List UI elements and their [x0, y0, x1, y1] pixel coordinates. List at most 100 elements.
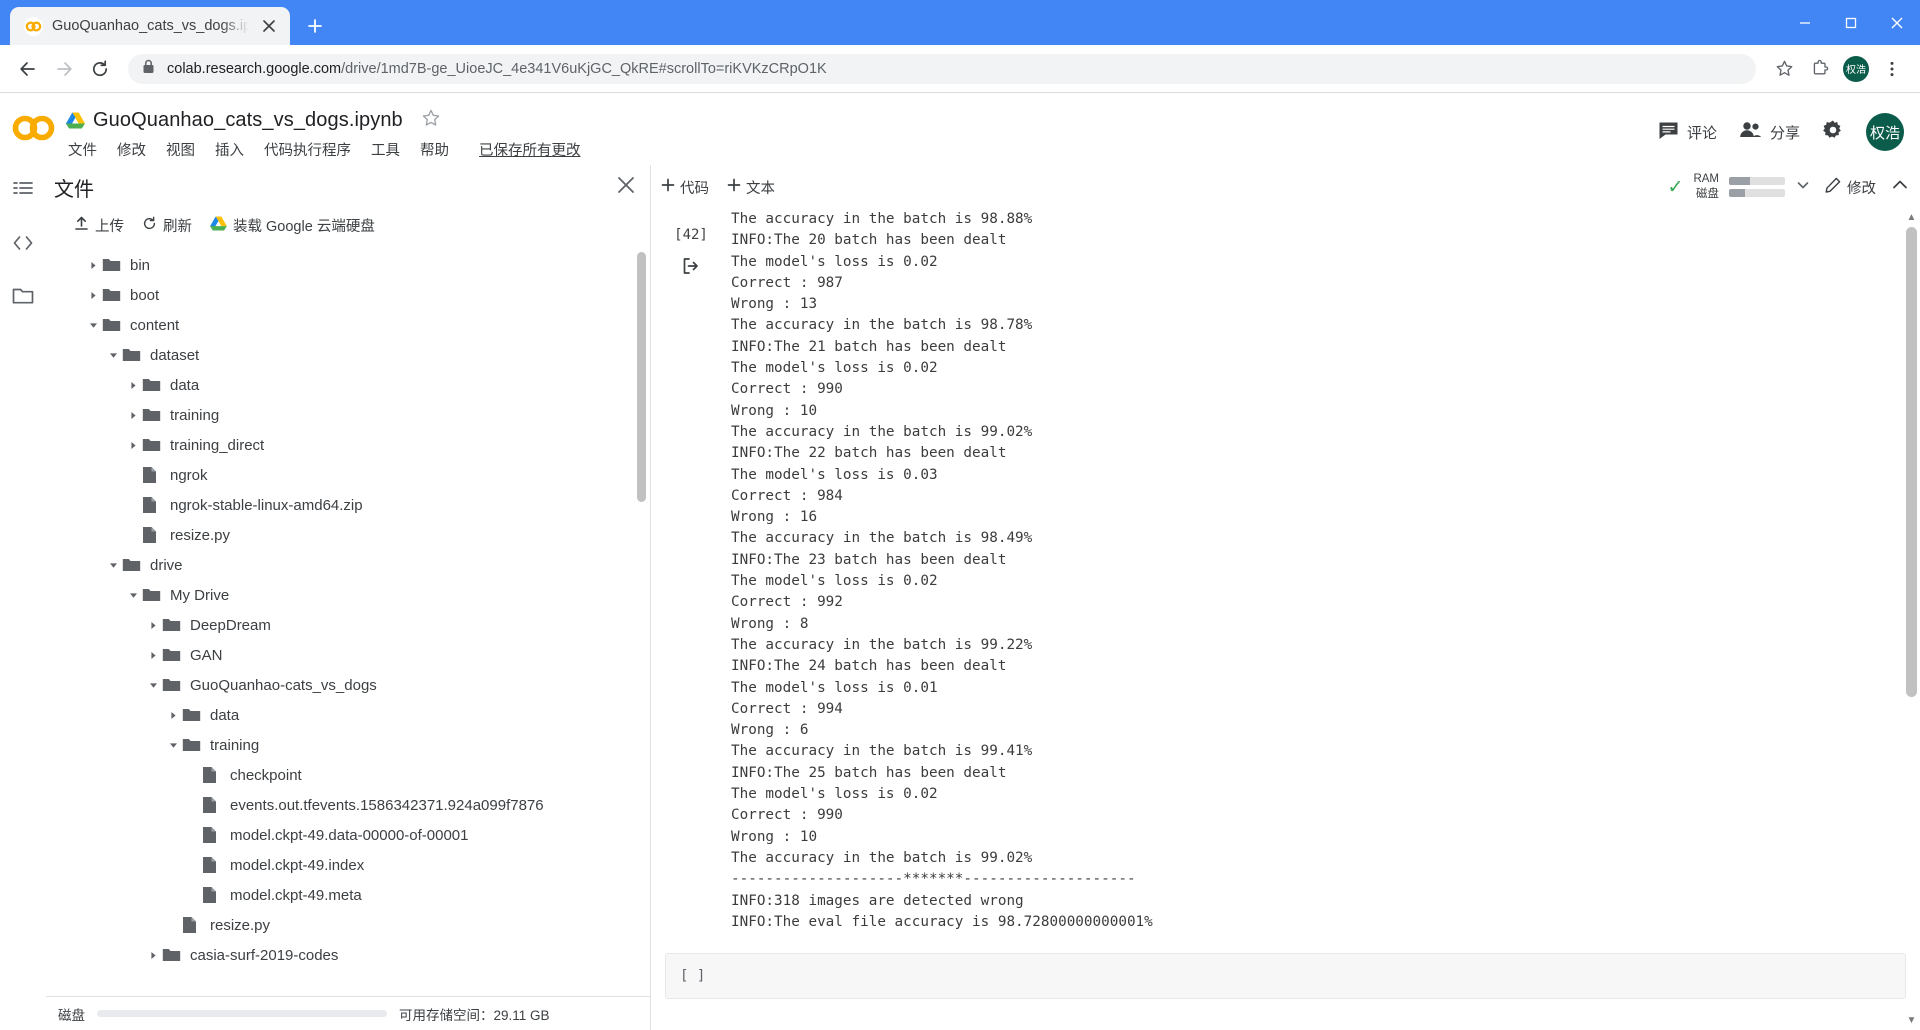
menu-item-runtime[interactable]: 代码执行程序 [264, 139, 351, 160]
file-tree[interactable]: bin boot content dataset data training trainin… [46, 246, 650, 996]
code-snippets-icon[interactable] [12, 232, 34, 259]
notebook-scroll-thumb[interactable] [1906, 227, 1917, 697]
comment-button[interactable]: 评论 [1658, 120, 1717, 145]
caret-right-icon[interactable] [124, 441, 142, 450]
extensions-icon[interactable] [1804, 53, 1836, 85]
menu-item-tools[interactable]: 工具 [371, 139, 400, 160]
menu-item-file[interactable]: 文件 [68, 139, 97, 160]
settings-button[interactable] [1822, 119, 1844, 145]
file-tree-folder-row[interactable]: casia-surf-2019-codes [46, 940, 650, 970]
share-button[interactable]: 分享 [1739, 121, 1800, 143]
file-tree-file-row[interactable]: checkpoint [46, 760, 650, 790]
close-icon[interactable] [616, 175, 636, 200]
upload-button[interactable]: 上传 [74, 215, 124, 236]
forward-icon[interactable] [48, 53, 80, 85]
disk-usage-bar: 磁盘 可用存储空间：29.11 GB [46, 996, 650, 1030]
files-panel: 文件 上传 刷新 装载 Google 云端硬盘 bin boot content… [46, 165, 651, 1030]
save-status-label[interactable]: 已保存所有更改 [479, 139, 581, 160]
scroll-up-arrow-icon[interactable]: ▲ [1906, 211, 1917, 225]
file-tree-folder-row[interactable]: data [46, 370, 650, 400]
file-tree-folder-row[interactable]: GuoQuanhao-cats_vs_dogs [46, 670, 650, 700]
empty-code-cell[interactable]: [ ] [665, 953, 1906, 1000]
colab-logo-icon[interactable] [10, 101, 66, 148]
file-tree-folder-row[interactable]: dataset [46, 340, 650, 370]
address-bar[interactable]: colab.research.google.com/drive/1md7B-ge… [128, 53, 1756, 84]
file-tree-scrollbar[interactable] [637, 252, 646, 990]
file-tree-file-row[interactable]: model.ckpt-49.index [46, 850, 650, 880]
browser-tab[interactable]: GuoQuanhao_cats_vs_dogs.ipy [10, 7, 290, 45]
file-tree-file-row[interactable]: model.ckpt-49.data-00000-of-00001 [46, 820, 650, 850]
folder-icon [102, 317, 128, 333]
file-tree-file-row[interactable]: resize.py [46, 910, 650, 940]
caret-right-icon[interactable] [144, 651, 162, 660]
bookmark-star-icon[interactable] [1768, 53, 1800, 85]
file-tree-folder-row[interactable]: GAN [46, 640, 650, 670]
edit-button[interactable]: 修改 [1825, 177, 1876, 198]
file-tree-folder-row[interactable]: DeepDream [46, 610, 650, 640]
notebook-scrollbar[interactable]: ▲ ▼ [1906, 209, 1917, 1030]
file-tree-folder-row[interactable]: bin [46, 250, 650, 280]
caret-down-icon[interactable] [144, 681, 162, 690]
menu-item-view[interactable]: 视图 [166, 139, 195, 160]
mount-drive-button[interactable]: 装载 Google 云端硬盘 [210, 215, 375, 236]
file-tree-file-row[interactable]: resize.py [46, 520, 650, 550]
caret-down-icon[interactable] [104, 561, 122, 570]
file-tree-file-row[interactable]: events.out.tfevents.1586342371.924a099f7… [46, 790, 650, 820]
file-tree-scroll-thumb[interactable] [637, 252, 646, 502]
file-tree-folder-row[interactable]: data [46, 700, 650, 730]
caret-right-icon[interactable] [124, 381, 142, 390]
tab-strip: GuoQuanhao_cats_vs_dogs.ipy [0, 0, 1920, 45]
profile-avatar[interactable]: 权浩 [1840, 53, 1872, 85]
file-tree-folder-row[interactable]: My Drive [46, 580, 650, 610]
menu-item-edit[interactable]: 修改 [117, 139, 146, 160]
favorite-star-icon[interactable] [421, 108, 441, 133]
new-tab-button[interactable] [298, 9, 332, 43]
caret-right-icon[interactable] [84, 291, 102, 300]
collapse-toolbar-icon[interactable] [1890, 175, 1910, 200]
caret-right-icon[interactable] [84, 261, 102, 270]
files-icon[interactable] [12, 285, 34, 312]
file-tree-folder-row[interactable]: drive [46, 550, 650, 580]
caret-down-icon[interactable] [84, 321, 102, 330]
tab-close-icon[interactable] [258, 15, 280, 37]
file-tree-folder-row[interactable]: training_direct [46, 430, 650, 460]
file-tree-item-label: resize.py [170, 526, 231, 544]
file-tree-file-row[interactable]: model.ckpt-49.meta [46, 880, 650, 910]
resource-meter[interactable]: ✓ RAM 磁盘 [1668, 172, 1811, 202]
file-tree-folder-row[interactable]: training [46, 400, 650, 430]
caret-right-icon[interactable] [124, 411, 142, 420]
caret-right-icon[interactable] [164, 711, 182, 720]
file-tree-folder-row[interactable]: training [46, 730, 650, 760]
refresh-button[interactable]: 刷新 [142, 215, 192, 236]
back-icon[interactable] [12, 53, 44, 85]
scroll-down-arrow-icon[interactable]: ▼ [1906, 1014, 1917, 1028]
avatar[interactable]: 权浩 [1866, 113, 1904, 151]
add-code-cell-button[interactable]: 代码 [661, 177, 709, 198]
ram-label: RAM [1693, 173, 1719, 185]
window-maximize-button[interactable] [1828, 0, 1874, 45]
file-tree-file-row[interactable]: ngrok-stable-linux-amd64.zip [46, 490, 650, 520]
caret-right-icon[interactable] [144, 621, 162, 630]
file-tree-item-label: ngrok-stable-linux-amd64.zip [170, 496, 363, 514]
reload-icon[interactable] [84, 53, 116, 85]
caret-down-icon[interactable] [124, 591, 142, 600]
file-tree-folder-row[interactable]: boot [46, 280, 650, 310]
add-code-label: 代码 [680, 180, 709, 197]
add-text-cell-button[interactable]: 文本 [727, 177, 775, 198]
caret-down-icon[interactable] [164, 741, 182, 750]
window-minimize-button[interactable] [1782, 0, 1828, 45]
table-of-contents-icon[interactable] [12, 179, 34, 206]
file-icon [202, 766, 228, 784]
chevron-down-icon[interactable] [1795, 177, 1811, 198]
menu-item-help[interactable]: 帮助 [420, 139, 449, 160]
browser-menu-icon[interactable] [1876, 53, 1908, 85]
file-tree-folder-row[interactable]: content [46, 310, 650, 340]
disk-bar [1729, 189, 1785, 197]
caret-right-icon[interactable] [144, 951, 162, 960]
page-title[interactable]: GuoQuanhao_cats_vs_dogs.ipynb [93, 109, 403, 132]
file-tree-file-row[interactable]: ngrok [46, 460, 650, 490]
main-body: 文件 上传 刷新 装载 Google 云端硬盘 bin boot content… [0, 165, 1920, 1030]
menu-item-insert[interactable]: 插入 [215, 139, 244, 160]
window-close-button[interactable] [1874, 0, 1920, 45]
caret-down-icon[interactable] [104, 351, 122, 360]
